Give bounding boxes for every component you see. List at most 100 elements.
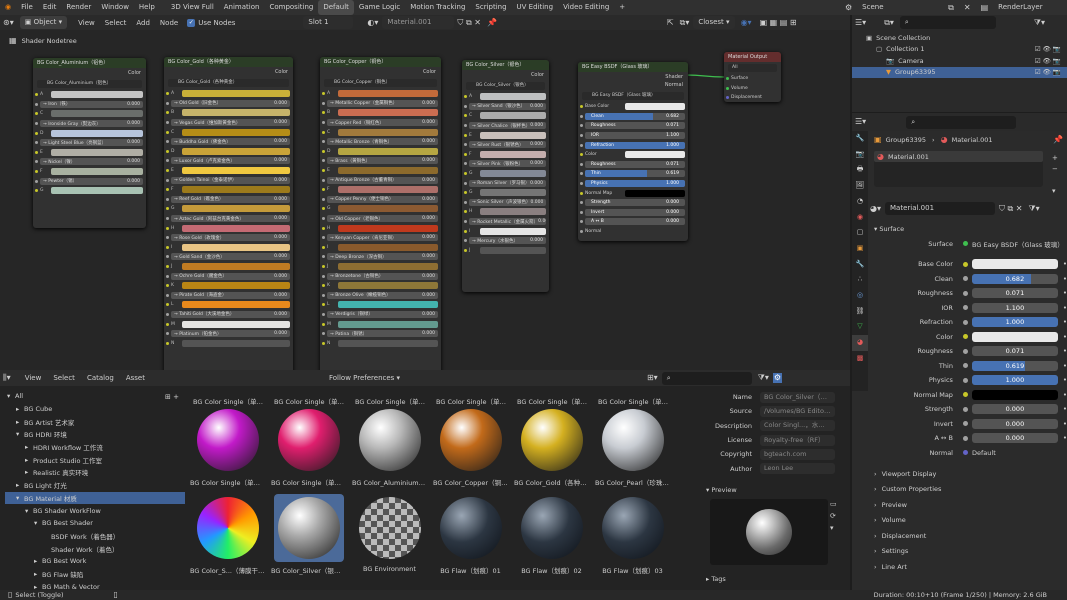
- color-swatch[interactable]: [338, 109, 438, 117]
- socket-icon[interactable]: [962, 363, 968, 369]
- node-input-row[interactable]: F: [462, 150, 549, 160]
- node-input-row[interactable]: → Vegas Gold（维加斯黄金色） 0.000: [164, 118, 293, 128]
- node-input-row[interactable]: I: [164, 243, 293, 253]
- node-title[interactable]: BG Color_Copper（铜色）: [320, 57, 441, 67]
- color-swatch[interactable]: [338, 301, 438, 309]
- mix-factor-field[interactable]: → Verdigris（铜绿） 0.000: [327, 310, 438, 318]
- color-swatch[interactable]: [338, 224, 438, 232]
- expand-arrow-icon[interactable]: ▸: [34, 557, 42, 565]
- input-socket-icon[interactable]: [580, 134, 583, 138]
- input-socket-icon[interactable]: [464, 210, 467, 214]
- input-socket-icon[interactable]: [166, 284, 169, 288]
- node-input-row[interactable]: G: [462, 169, 549, 179]
- menu-asset[interactable]: Asset: [120, 374, 151, 382]
- menu-view[interactable]: View: [19, 374, 48, 382]
- input-socket-icon[interactable]: [166, 169, 169, 173]
- input-socket-icon[interactable]: [166, 236, 169, 240]
- object-mode-dropdown[interactable]: ▣ Object ▾: [19, 16, 68, 29]
- node-input-row[interactable]: → Ochre Gold（赭金色） 0.000: [164, 271, 293, 281]
- material-tab-icon[interactable]: ◕: [852, 335, 868, 351]
- color-swatch[interactable]: [51, 168, 143, 176]
- scene-name[interactable]: Scene: [857, 0, 943, 15]
- workspace-tab[interactable]: Game Logic: [354, 0, 405, 15]
- particles-tab-icon[interactable]: ∴: [852, 272, 868, 288]
- socket-icon[interactable]: [962, 261, 968, 267]
- menu-file[interactable]: File: [16, 0, 38, 15]
- input-socket-icon[interactable]: [580, 162, 583, 166]
- color-swatch[interactable]: [51, 91, 143, 99]
- copy-icon[interactable]: ⧉: [943, 0, 959, 15]
- menu-select[interactable]: Select: [100, 19, 132, 27]
- input-socket-icon[interactable]: [166, 312, 169, 316]
- input-socket-icon[interactable]: [580, 230, 583, 234]
- pin-icon[interactable]: 📌: [487, 18, 497, 27]
- bsdf-value-field[interactable]: Roughness 0.071: [585, 160, 685, 168]
- input-socket-icon[interactable]: [166, 92, 169, 96]
- node-input-row[interactable]: → Silver Sand（银沙色） 0.000: [462, 102, 549, 112]
- shader-output-socket[interactable]: Shader: [578, 72, 688, 82]
- catalog-item[interactable]: ▸ HDRI Workflow 工作流: [5, 441, 185, 454]
- socket-icon[interactable]: [962, 406, 968, 412]
- bsdf-value-field[interactable]: Strength 0.000: [585, 199, 685, 207]
- input-socket-icon[interactable]: [322, 197, 325, 201]
- input-socket-icon[interactable]: [166, 159, 169, 163]
- pin-icon[interactable]: 📌: [1053, 136, 1063, 144]
- node-input-row[interactable]: D: [33, 128, 146, 138]
- workspace-tab[interactable]: Compositing: [264, 0, 318, 15]
- input-socket-icon[interactable]: [322, 121, 325, 125]
- visibility-icon[interactable]: ☑ 👁 📷: [1035, 45, 1061, 53]
- asset-thumbnail[interactable]: BG Flaw（划痕）01: [433, 494, 508, 575]
- properties-search-input[interactable]: ⌕: [906, 115, 1017, 129]
- panel-section[interactable]: › Volume: [870, 513, 1067, 529]
- input-socket-icon[interactable]: [166, 217, 169, 221]
- mix-factor-field[interactable]: → Vegas Gold（维加斯黄金色） 0.000: [171, 119, 290, 127]
- color-swatch[interactable]: [182, 224, 290, 232]
- color-swatch[interactable]: [338, 282, 438, 290]
- input-socket-icon[interactable]: [322, 322, 325, 326]
- view-layer-tab-icon[interactable]: 🖼: [852, 178, 868, 194]
- editor-type-icon[interactable]: ☰▾: [855, 118, 866, 126]
- input-socket-icon[interactable]: [166, 226, 169, 230]
- color-swatch[interactable]: [182, 167, 290, 175]
- mix-factor-field[interactable]: → Silver Chalice（银杯色） 0.000: [469, 122, 546, 130]
- asset-label[interactable]: BG Color Single（单彩）...: [193, 396, 269, 406]
- color-swatch[interactable]: [182, 282, 290, 290]
- bsdf-value-field[interactable]: Thin 0.619: [585, 170, 685, 178]
- bsdf-value-field[interactable]: Refraction 1.000: [585, 141, 685, 149]
- asset-preview[interactable]: [517, 406, 587, 474]
- node-input-row[interactable]: G: [33, 186, 146, 196]
- input-socket-icon[interactable]: [580, 220, 583, 224]
- bsdf-color-swatch[interactable]: [625, 151, 685, 159]
- catalog-item[interactable]: BSDF Work（着色器）: [5, 530, 185, 543]
- socket-icon[interactable]: [962, 392, 968, 398]
- input-socket-icon[interactable]: [726, 86, 729, 90]
- output-input-row[interactable]: Displacement: [724, 93, 781, 102]
- node-input-row[interactable]: → Iron（铁） 0.000: [33, 100, 146, 110]
- color-swatch[interactable]: [182, 128, 290, 136]
- input-socket-icon[interactable]: [322, 312, 325, 316]
- node-input-row[interactable]: → Gold Sand（金沙色） 0.000: [164, 252, 293, 262]
- node-input-row[interactable]: G: [164, 204, 293, 214]
- color-swatch[interactable]: [338, 262, 438, 270]
- display-mode-icon[interactable]: ⊞▾: [647, 374, 658, 382]
- view-layer-name[interactable]: RenderLayer: [993, 0, 1063, 15]
- input-socket-icon[interactable]: [322, 226, 325, 230]
- node-input-row[interactable]: L: [164, 300, 293, 310]
- color-swatch[interactable]: [480, 93, 546, 101]
- menu-help[interactable]: Help: [134, 0, 160, 15]
- property-field[interactable]: 0.682: [971, 273, 1058, 284]
- workspace-tab[interactable]: UV Editing: [512, 0, 559, 15]
- color-output-socket[interactable]: Color: [320, 67, 441, 77]
- physics-tab-icon[interactable]: ◎: [852, 288, 868, 304]
- asset-label[interactable]: BG Color Single（单彩）...: [598, 396, 674, 406]
- mix-factor-field[interactable]: → Roman Silver（罗马银） 0.000: [469, 179, 546, 187]
- menu-edit[interactable]: Edit: [38, 0, 62, 15]
- bsdf-input-row[interactable]: Clean 0.682: [578, 112, 688, 122]
- mix-factor-field[interactable]: → Platinum（铂金色） 0.000: [171, 330, 290, 338]
- color-swatch[interactable]: [182, 262, 290, 270]
- snap-target-dropdown[interactable]: Closest ▾: [693, 16, 735, 29]
- input-socket-icon[interactable]: [166, 303, 169, 307]
- catalog-item[interactable]: ▾ BG HDRI 环境: [5, 428, 185, 441]
- node-input-row[interactable]: E: [320, 166, 441, 176]
- expand-arrow-icon[interactable]: ▸: [34, 570, 42, 578]
